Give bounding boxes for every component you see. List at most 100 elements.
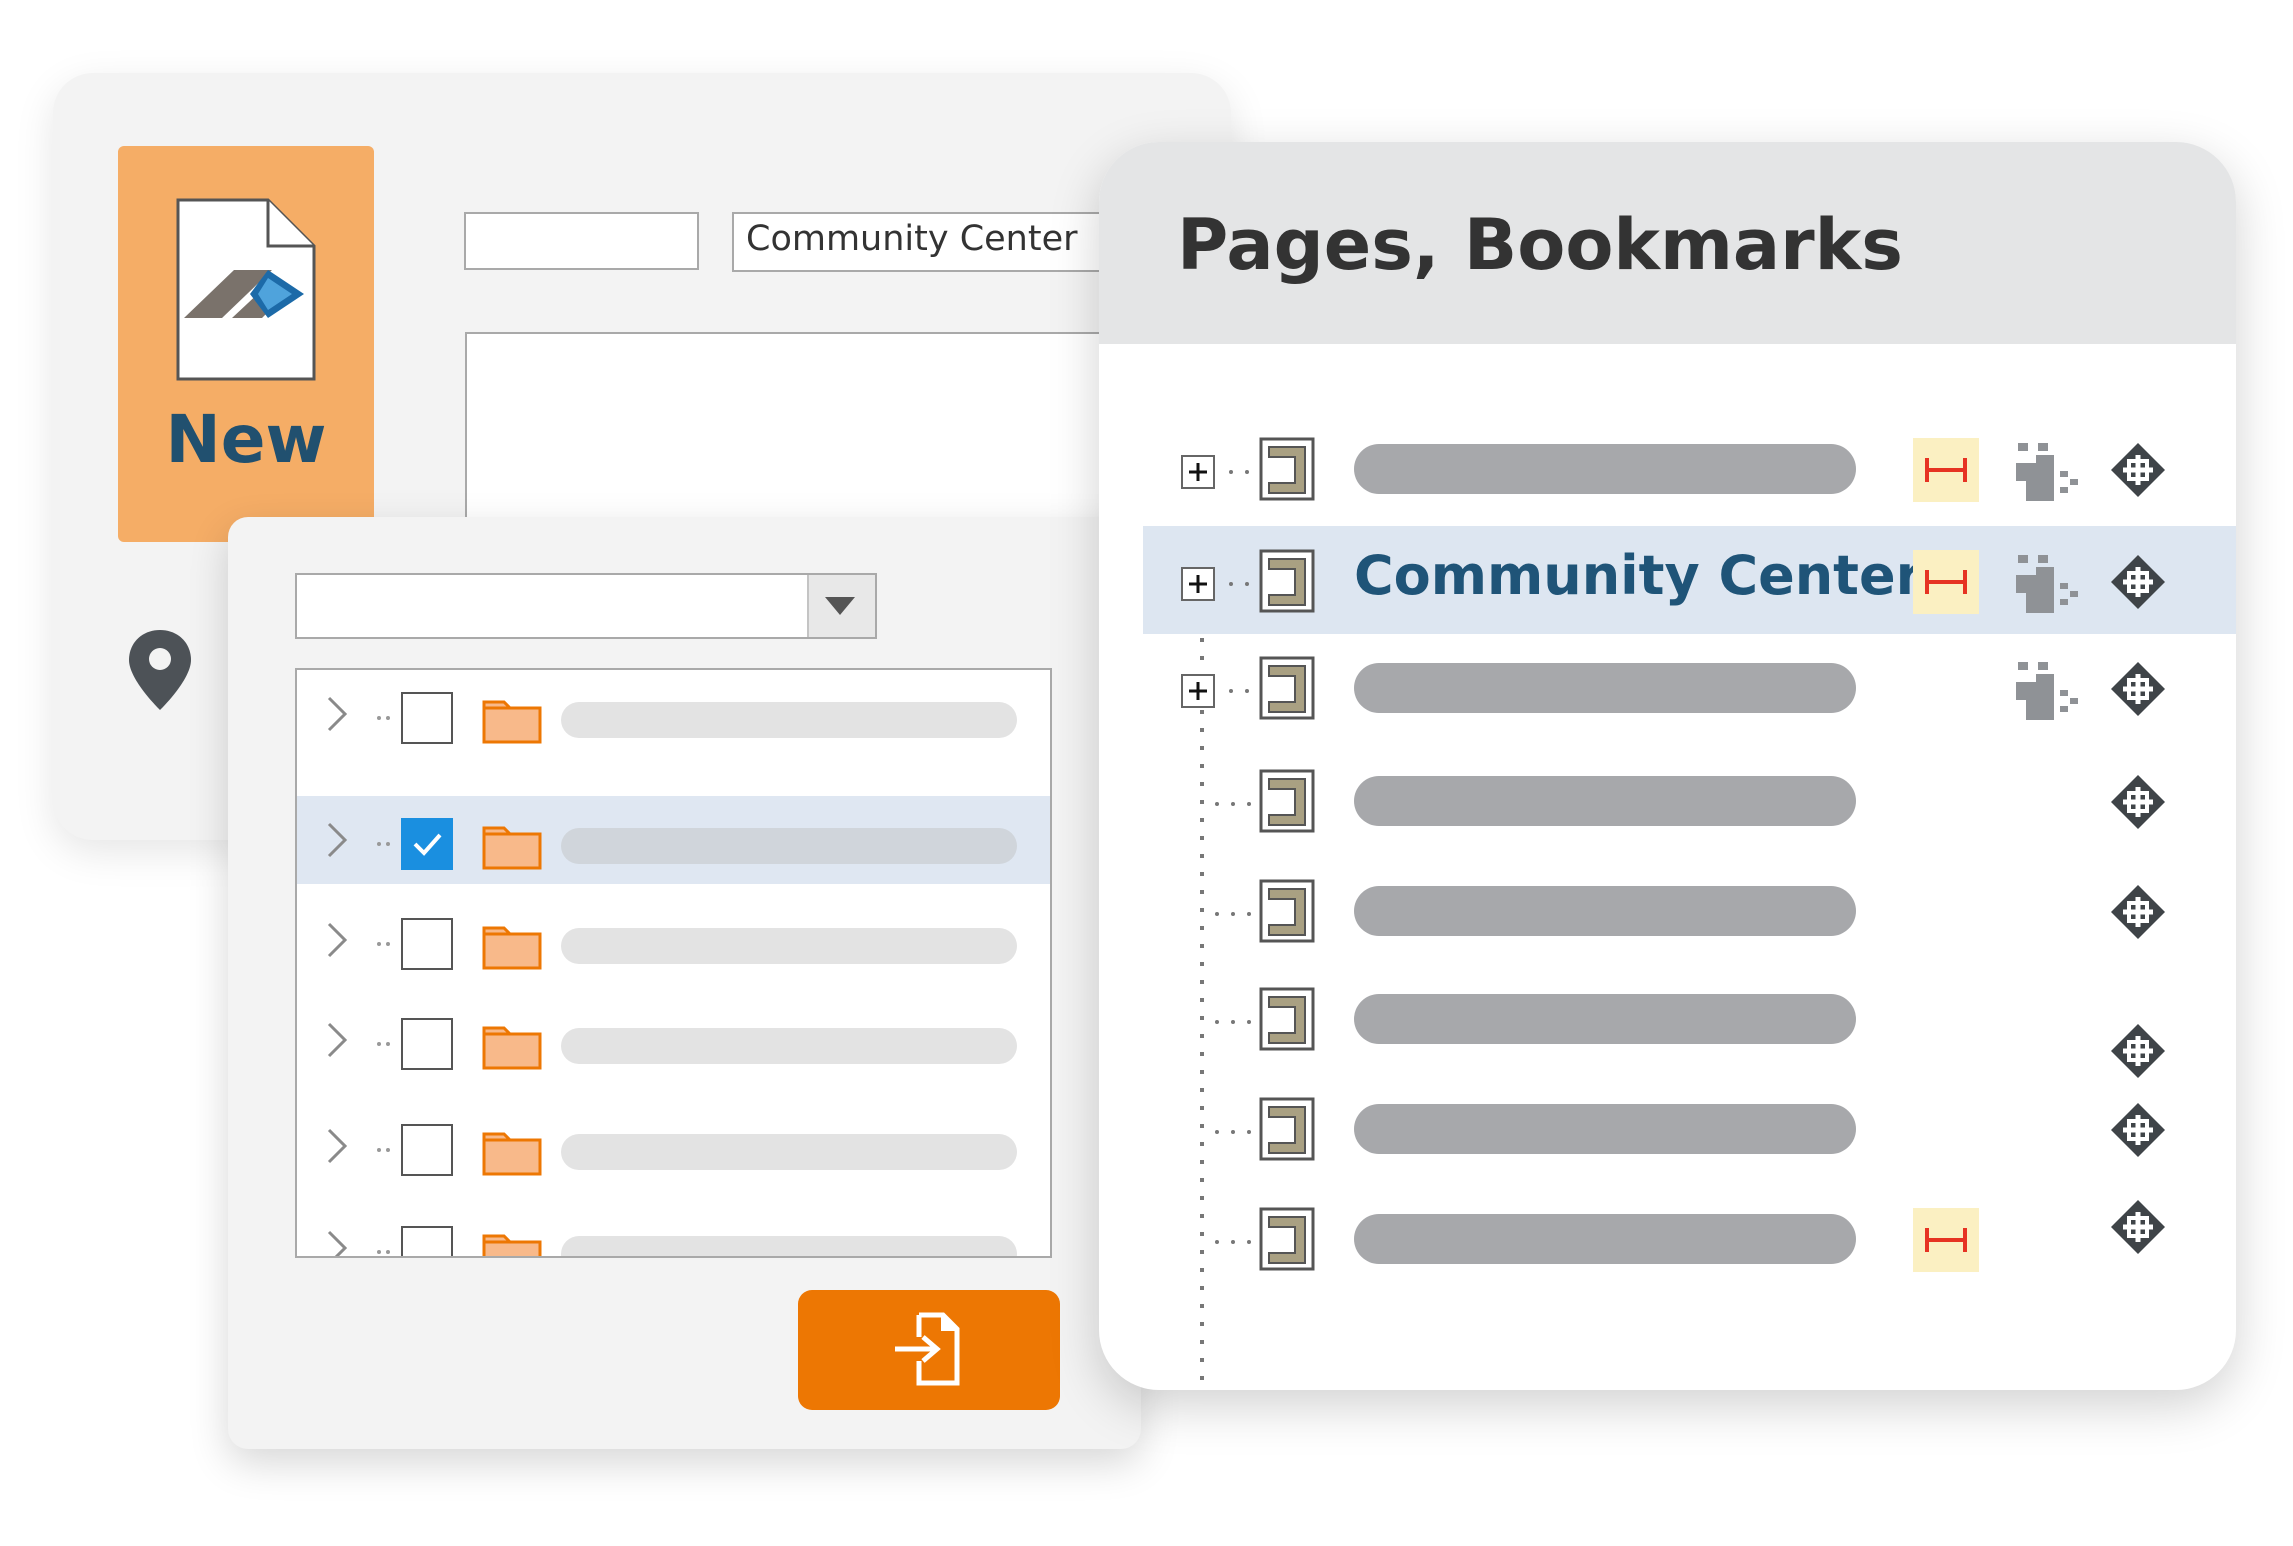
- folder-checkbox[interactable]: [401, 692, 453, 744]
- tree-connector: [377, 1042, 390, 1046]
- linked-pages-icon[interactable]: [2014, 553, 2082, 615]
- chevron-right-icon[interactable]: [325, 1018, 349, 1062]
- panel-header: Pages, Bookmarks: [1099, 142, 2236, 344]
- bookmark-row[interactable]: [1099, 746, 2236, 854]
- folder-checkbox[interactable]: [401, 1018, 453, 1070]
- tree-connector: [1215, 1130, 1251, 1134]
- chevron-right-icon[interactable]: [325, 1226, 349, 1258]
- folder-name-placeholder: [561, 828, 1017, 864]
- folder-checkbox[interactable]: [401, 1226, 453, 1256]
- list-item[interactable]: [297, 1102, 1050, 1190]
- chevron-down-icon: [825, 597, 855, 615]
- import-document-icon: [895, 1312, 960, 1385]
- folder-name-placeholder: [561, 1236, 1017, 1256]
- bookmark-name-placeholder: [1354, 1104, 1856, 1154]
- bookmark-label: Community Center: [1354, 544, 1923, 607]
- plus-icon: [1189, 682, 1207, 700]
- page-icon: [1259, 879, 1315, 943]
- folder-icon: [482, 1234, 542, 1256]
- page-icon: [1259, 987, 1315, 1051]
- pages-bookmarks-panel: Pages, Bookmarks Community Center: [1099, 142, 2236, 1390]
- bookmark-row[interactable]: [1099, 633, 2236, 741]
- page-icon: [1259, 549, 1315, 613]
- folder-name-placeholder: [561, 928, 1017, 964]
- new-document-icon: [176, 198, 316, 381]
- move-icon[interactable]: [2109, 773, 2167, 831]
- new-document-label: New: [165, 401, 327, 478]
- number-input[interactable]: [464, 212, 699, 270]
- move-icon[interactable]: [2109, 1101, 2167, 1159]
- panel-title: Pages, Bookmarks: [1177, 204, 1903, 286]
- page-icon: [1259, 1207, 1315, 1271]
- bookmark-name-placeholder: [1354, 886, 1856, 936]
- move-icon[interactable]: [2109, 553, 2167, 611]
- list-item[interactable]: [297, 796, 1050, 884]
- chevron-right-icon[interactable]: [325, 692, 349, 736]
- bookmark-name-placeholder: [1354, 776, 1856, 826]
- project-dropdown[interactable]: [295, 573, 877, 639]
- page-icon: [1259, 1097, 1315, 1161]
- checkmark-icon: [413, 833, 442, 856]
- expand-button[interactable]: [1181, 674, 1215, 708]
- move-icon[interactable]: [2109, 883, 2167, 941]
- tree-connector: [1229, 689, 1249, 693]
- folder-checkbox[interactable]: [401, 818, 453, 870]
- hyperlink-icon: [1925, 458, 1967, 482]
- folder-name-placeholder: [561, 1028, 1017, 1064]
- tree-connector: [1215, 802, 1251, 806]
- chevron-right-icon[interactable]: [325, 918, 349, 962]
- move-icon[interactable]: [2109, 1198, 2167, 1256]
- plus-icon: [1189, 463, 1207, 481]
- move-icon[interactable]: [2109, 441, 2167, 499]
- hyperlink-icon: [1925, 1228, 1967, 1252]
- location-pin-icon[interactable]: [127, 628, 193, 712]
- new-document-button[interactable]: New: [118, 146, 374, 542]
- bookmark-row[interactable]: [1099, 414, 2236, 522]
- page-icon: [1259, 656, 1315, 720]
- chevron-right-icon[interactable]: [325, 1124, 349, 1168]
- bookmark-name-placeholder: [1354, 1214, 1856, 1264]
- plus-icon: [1189, 575, 1207, 593]
- move-icon[interactable]: [2109, 1022, 2167, 1080]
- bookmark-row[interactable]: [1099, 1074, 2236, 1182]
- tree-connector: [377, 1250, 390, 1254]
- page-icon: [1259, 437, 1315, 501]
- tree-connector: [377, 716, 390, 720]
- list-item[interactable]: [297, 670, 1050, 758]
- name-input[interactable]: Community Center: [732, 212, 1112, 272]
- linked-pages-icon[interactable]: [2014, 660, 2082, 722]
- bookmark-row[interactable]: [1099, 856, 2236, 964]
- move-icon[interactable]: [2109, 660, 2167, 718]
- linked-pages-icon[interactable]: [2014, 441, 2082, 503]
- list-item[interactable]: [297, 996, 1050, 1084]
- bookmark-row[interactable]: [1099, 964, 2236, 1078]
- folder-tree[interactable]: [295, 668, 1052, 1258]
- hyperlink-badge[interactable]: [1913, 1208, 1979, 1272]
- page-icon: [1259, 769, 1315, 833]
- folder-icon: [482, 826, 542, 870]
- hyperlink-badge[interactable]: [1913, 438, 1979, 502]
- expand-button[interactable]: [1181, 567, 1215, 601]
- tree-connector: [1229, 470, 1249, 474]
- folder-checkbox[interactable]: [401, 1124, 453, 1176]
- tree-connector: [1215, 1020, 1251, 1024]
- tree-connector: [377, 942, 390, 946]
- chevron-right-icon[interactable]: [325, 818, 349, 862]
- folder-name-placeholder: [561, 702, 1017, 738]
- bookmark-row-selected[interactable]: Community Center: [1143, 526, 2236, 634]
- bookmark-row[interactable]: [1099, 1184, 2236, 1292]
- folder-icon: [482, 1132, 542, 1176]
- tree-connector: [1215, 1240, 1251, 1244]
- tree-connector: [1215, 912, 1251, 916]
- bookmark-name-placeholder: [1354, 994, 1856, 1044]
- hyperlink-badge[interactable]: [1913, 550, 1979, 614]
- list-item[interactable]: [297, 1204, 1050, 1258]
- import-button[interactable]: [798, 1290, 1060, 1410]
- folder-checkbox[interactable]: [401, 918, 453, 970]
- folder-tree-panel: [228, 517, 1141, 1449]
- tree-connector: [377, 842, 390, 846]
- dropdown-toggle[interactable]: [807, 575, 875, 637]
- list-item[interactable]: [297, 896, 1050, 984]
- expand-button[interactable]: [1181, 455, 1215, 489]
- tree-connector: [377, 1148, 390, 1152]
